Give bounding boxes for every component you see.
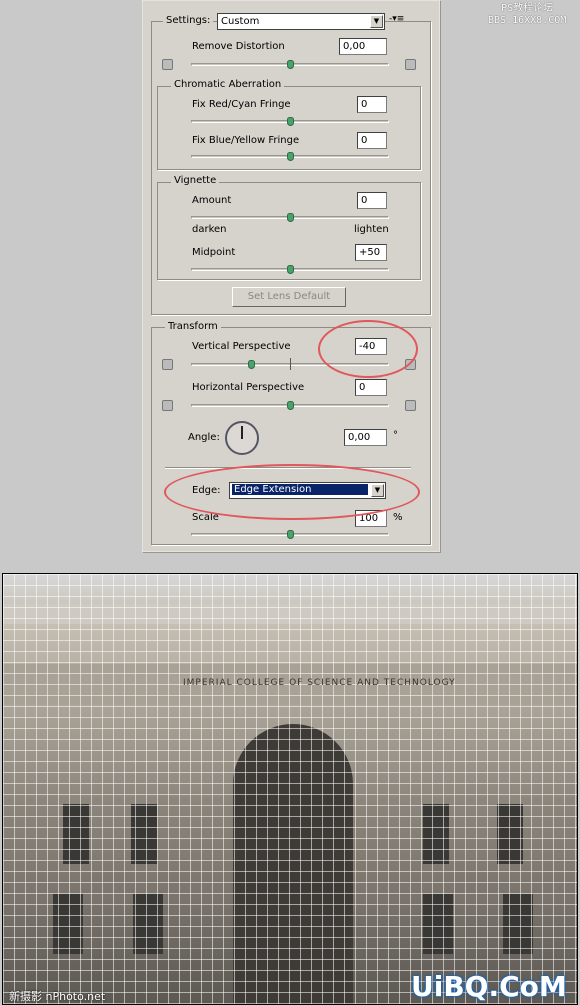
chevron-down-icon: ▼ (370, 15, 383, 28)
slider-thumb[interactable] (287, 530, 294, 539)
darken-label: darken (192, 224, 227, 235)
slider-thumb[interactable] (287, 117, 294, 126)
red-cyan-label: Fix Red/Cyan Fringe (192, 99, 291, 110)
blue-yellow-input[interactable] (357, 132, 387, 149)
horizontal-perspective-input[interactable] (355, 379, 387, 396)
transform-title: Transform (165, 321, 221, 332)
remove-distortion-input[interactable] (339, 38, 387, 55)
slider-thumb[interactable] (287, 60, 294, 69)
slider-thumb[interactable] (287, 213, 294, 222)
angle-dial[interactable] (225, 421, 259, 455)
settings-select[interactable]: Custom ▼ (217, 13, 385, 30)
red-cyan-input[interactable] (357, 96, 387, 113)
blue-yellow-label: Fix Blue/Yellow Fringe (192, 135, 300, 146)
angle-needle (241, 426, 243, 439)
center-tick (290, 358, 291, 370)
horizontal-perspective-label: Horizontal Perspective (192, 382, 305, 393)
vertical-perspective-label: Vertical Perspective (192, 341, 291, 352)
horizontal-perspective-left-icon (162, 400, 173, 411)
vignette-title: Vignette (171, 175, 220, 186)
remove-distortion-slider[interactable] (191, 60, 389, 69)
watermark-bottom-left: 新摄影 nPhoto.net (9, 990, 106, 1003)
building-photo: IMPERIAL COLLEGE OF SCIENCE AND TECHNOLO… (2, 573, 578, 1005)
horizontal-perspective-slider[interactable] (191, 401, 389, 410)
settings-label: Settings: (163, 15, 214, 26)
blue-yellow-slider[interactable] (191, 152, 389, 161)
vertical-perspective-left-icon (162, 359, 173, 370)
midpoint-label: Midpoint (192, 247, 236, 258)
amount-input[interactable] (357, 192, 387, 209)
highlight-ring-edge (164, 464, 420, 520)
watermark-top: PS教程论坛 BBS.16XX8.COM (488, 3, 567, 26)
highlight-ring-vertical (318, 320, 418, 378)
slider-thumb[interactable] (247, 360, 255, 369)
degree-unit: ° (393, 430, 398, 441)
amount-label: Amount (192, 195, 232, 206)
midpoint-slider[interactable] (191, 265, 389, 274)
grid-overlay (3, 574, 577, 1004)
flyout-menu-icon[interactable]: -▾≡ (389, 14, 404, 24)
red-cyan-slider[interactable] (191, 117, 389, 126)
slider-thumb[interactable] (287, 265, 294, 274)
angle-label: Angle: (188, 432, 220, 443)
set-lens-default-button[interactable]: Set Lens Default (232, 287, 346, 307)
slider-thumb[interactable] (287, 152, 294, 161)
horizontal-perspective-right-icon (405, 400, 416, 411)
pincushion-icon (162, 59, 173, 70)
barrel-icon (405, 59, 416, 70)
slider-thumb[interactable] (287, 401, 294, 410)
angle-input[interactable] (344, 429, 387, 446)
amount-slider[interactable] (191, 213, 389, 222)
facade-inscription: IMPERIAL COLLEGE OF SCIENCE AND TECHNOLO… (183, 678, 456, 688)
midpoint-input[interactable] (355, 244, 387, 261)
scale-slider[interactable] (191, 530, 389, 539)
remove-distortion-label: Remove Distortion (192, 41, 285, 52)
watermark-bottom-right: UiBQ.CoM (411, 970, 567, 1003)
chromatic-title: Chromatic Aberration (171, 79, 285, 90)
lighten-label: lighten (354, 224, 389, 235)
percent-unit: % (393, 512, 403, 523)
